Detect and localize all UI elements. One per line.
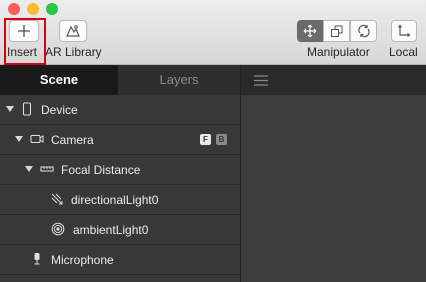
toolbar: Insert AR Library Manipulator Local <box>0 0 426 65</box>
tree-item-focal-distance[interactable]: Focal Distance <box>0 155 240 185</box>
ar-library-button[interactable] <box>59 20 87 42</box>
scale-tool-button[interactable] <box>323 20 350 42</box>
tree-item-directional-light[interactable]: directionalLight0 <box>0 185 240 215</box>
camera-icon <box>30 135 44 143</box>
rotate-icon <box>357 24 370 38</box>
tree-item-label: Device <box>41 103 78 117</box>
tree-item-label: Microphone <box>51 253 114 267</box>
disclosure-arrow-icon[interactable] <box>6 106 14 112</box>
rotate-tool-button[interactable] <box>350 20 377 42</box>
ambient-light-icon <box>51 222 65 236</box>
microphone-icon <box>34 253 40 265</box>
move-tool-button[interactable] <box>297 20 323 42</box>
panel-tabs: Scene Layers <box>0 65 240 95</box>
local-label: Local <box>389 45 418 59</box>
tree-item-microphone[interactable]: Microphone <box>0 245 240 275</box>
window-zoom-button[interactable] <box>46 3 58 15</box>
move-arrows-icon <box>303 24 317 38</box>
tree-item-device[interactable]: Device <box>0 95 240 125</box>
tree-item-camera[interactable]: Camera F B <box>0 125 240 155</box>
tree-item-ambient-light[interactable]: ambientLight0 <box>0 215 240 245</box>
front-camera-badge[interactable]: F <box>200 134 211 145</box>
inspector-panel <box>241 95 426 282</box>
scale-icon <box>330 25 342 37</box>
manipulator-label: Manipulator <box>307 45 370 59</box>
ar-library-icon <box>66 25 80 37</box>
directional-light-icon <box>51 193 63 205</box>
insert-highlight <box>4 18 46 65</box>
phone-icon <box>23 102 31 116</box>
tree-item-label: Focal Distance <box>61 163 141 177</box>
scene-tree: Device Camera F B Focal Distance directi… <box>0 95 240 282</box>
local-axes-icon <box>398 24 411 37</box>
tree-item-label: ambientLight0 <box>73 223 149 237</box>
ar-library-label: AR Library <box>45 45 102 59</box>
tree-item-label: directionalLight0 <box>71 193 159 207</box>
disclosure-arrow-icon[interactable] <box>25 166 33 172</box>
window-minimize-button[interactable] <box>27 3 39 15</box>
tab-scene[interactable]: Scene <box>0 65 118 95</box>
tree-item-label: Camera <box>51 133 94 147</box>
focal-distance-icon <box>40 166 54 172</box>
back-camera-badge[interactable]: B <box>216 134 227 145</box>
local-button[interactable] <box>391 20 417 42</box>
window-close-button[interactable] <box>8 3 20 15</box>
disclosure-arrow-icon[interactable] <box>15 136 23 142</box>
tab-layers[interactable]: Layers <box>118 65 240 95</box>
inspector-header <box>241 65 426 95</box>
hamburger-menu-icon[interactable] <box>254 75 268 86</box>
